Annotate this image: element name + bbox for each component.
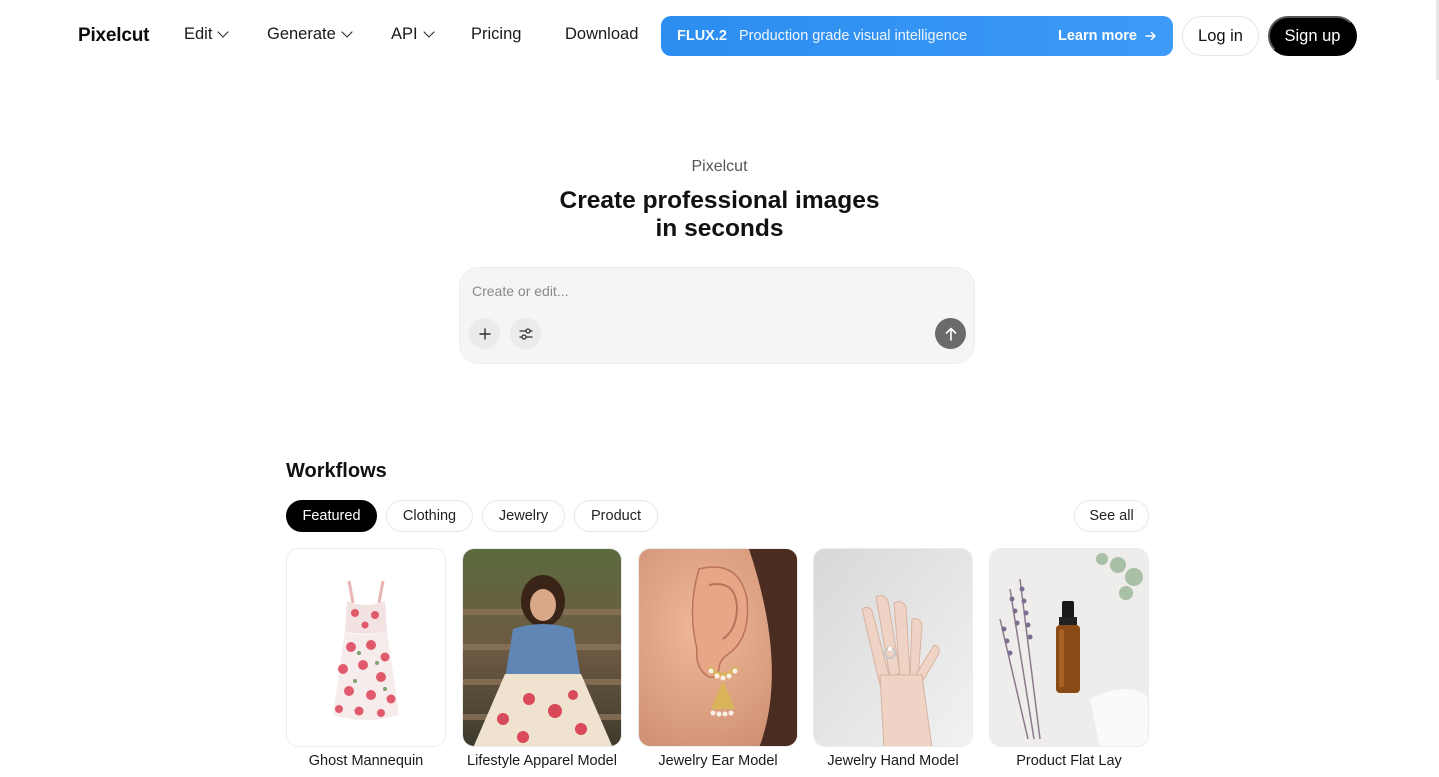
page-title: Create professional images in seconds [0, 187, 1439, 243]
ear-earring-image [639, 549, 797, 746]
arrow-up-icon [945, 327, 956, 341]
top-nav: Pixelcut Edit Generate API Pricing Downl… [0, 0, 1439, 80]
nav-download-label: Download [565, 25, 639, 43]
nav-pricing[interactable]: Pricing [471, 25, 521, 44]
workflow-card-jewelry-hand-model[interactable] [813, 548, 973, 747]
nav-api-label: API [391, 25, 418, 43]
headline-line-2: in seconds [655, 215, 784, 242]
tab-jewelry[interactable]: Jewelry [482, 500, 565, 532]
login-button[interactable]: Log in [1182, 16, 1259, 56]
learn-more-link[interactable]: Learn more [1058, 28, 1157, 44]
add-attachment-button[interactable] [469, 318, 500, 349]
learn-more-label: Learn more [1058, 28, 1137, 44]
tab-product[interactable]: Product [574, 500, 658, 532]
hero-eyebrow: Pixelcut [691, 158, 748, 175]
chevron-down-icon [341, 26, 353, 38]
workflow-card-product-flat-lay[interactable] [989, 548, 1149, 747]
card-label-lifestyle-apparel-model: Lifestyle Apparel Model [467, 753, 617, 769]
tab-clothing[interactable]: Clothing [386, 500, 473, 532]
workflows-heading: Workflows [286, 460, 387, 482]
banner-text: Production grade visual intelligence [738, 28, 968, 44]
workflow-card-jewelry-ear-model[interactable] [638, 548, 798, 747]
nav-edit-label: Edit [184, 25, 213, 43]
nav-download[interactable]: Download [565, 25, 638, 44]
arrow-right-icon [1145, 31, 1156, 41]
signup-button[interactable]: Sign up [1268, 16, 1357, 56]
nav-edit[interactable]: Edit [184, 25, 230, 44]
floral-dress-image [287, 549, 445, 746]
card-label-ghost-mannequin: Ghost Mannequin [308, 753, 424, 769]
workflow-card-ghost-mannequin[interactable] [286, 548, 446, 747]
hand-ring-image [814, 549, 972, 746]
dropper-bottle-image [990, 549, 1148, 746]
plus-icon [478, 327, 491, 340]
nav-api[interactable]: API [391, 25, 435, 44]
headline-line-1: Create professional images [559, 187, 880, 214]
prompt-box [459, 267, 975, 364]
flux-banner[interactable]: FLUX.2 Production grade visual intellige… [661, 16, 1173, 56]
card-label-jewelry-hand-model: Jewelry Hand Model [827, 753, 959, 769]
card-label-product-flat-lay: Product Flat Lay [1016, 753, 1122, 769]
tab-featured[interactable]: Featured [286, 500, 377, 532]
lifestyle-model-image [463, 549, 621, 746]
prompt-input[interactable] [472, 280, 952, 302]
card-label-jewelry-ear-model: Jewelry Ear Model [658, 753, 778, 769]
nav-pricing-label: Pricing [471, 25, 522, 43]
logo[interactable]: Pixelcut [78, 25, 149, 47]
banner-tag: FLUX.2 [677, 28, 727, 44]
see-all-button[interactable]: See all [1074, 500, 1149, 532]
nav-generate[interactable]: Generate [267, 25, 353, 44]
chevron-down-icon [422, 26, 435, 38]
workflow-card-lifestyle-apparel-model[interactable] [462, 548, 622, 747]
chevron-down-icon [217, 26, 230, 38]
settings-button[interactable] [510, 318, 541, 349]
sliders-icon [518, 327, 533, 340]
send-button[interactable] [935, 318, 966, 349]
nav-generate-label: Generate [267, 25, 336, 43]
